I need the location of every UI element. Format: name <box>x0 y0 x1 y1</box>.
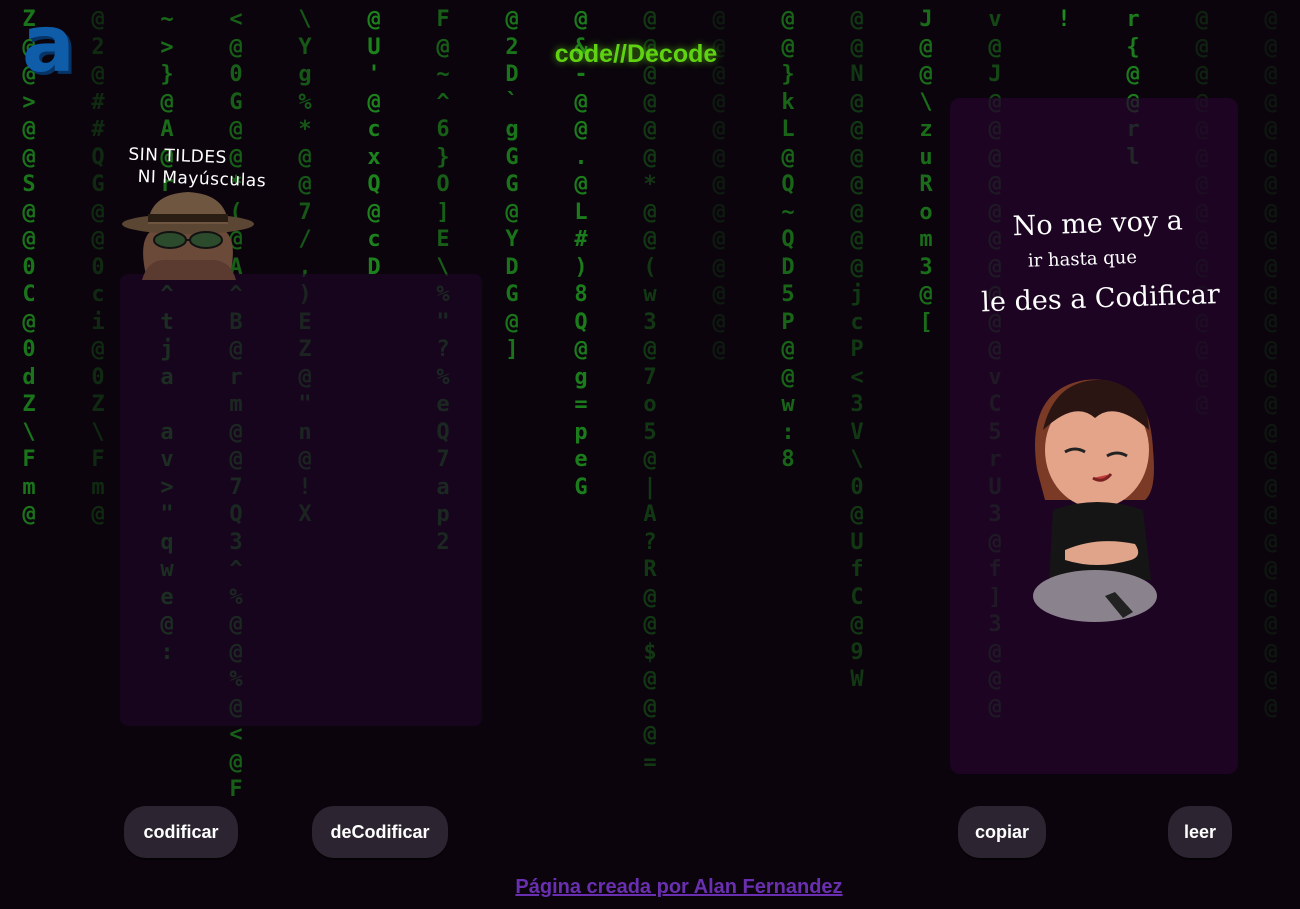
matrix-rain-column: J @ @ \ z u R o m 3 @ [ <box>919 7 933 335</box>
encode-button[interactable]: codificar <box>124 806 238 858</box>
matrix-rain-column: @ @ @ @ @ @ * @ @ ( w 3 @ 7 o 5 @ | A ? … <box>643 7 657 775</box>
waiting-girl-illustration <box>1033 379 1157 622</box>
copy-button[interactable]: copiar <box>958 806 1046 858</box>
detective-illustration <box>122 192 254 280</box>
message-line-2: ir hasta que <box>1027 246 1138 272</box>
input-panel <box>120 274 482 726</box>
matrix-rain-column: @ & - @ @ . @ L # ) 8 Q @ g = p e G <box>574 7 588 500</box>
decode-button[interactable]: deCodificar <box>312 806 448 858</box>
empty-output-message: No me voy a ir hasta que le des a Codifi… <box>978 204 1232 321</box>
matrix-rain-column: @ 2 D ` g G G @ Y D G @ ] <box>505 7 519 362</box>
text-input[interactable] <box>120 274 482 726</box>
footer-credit-link[interactable]: Página creada por Alan Fernandez <box>0 876 1300 899</box>
app-title: code//Decode <box>554 40 718 68</box>
matrix-rain-column: @ @ } k L @ Q ~ Q D 5 P @ @ w : 8 <box>781 7 795 472</box>
matrix-rain-column: @ @ @ @ @ @ @ @ @ @ @ @ @ @ @ @ @ @ @ @ … <box>1264 7 1278 720</box>
app-logo[interactable]: a <box>22 6 76 86</box>
read-button[interactable]: leer <box>1168 806 1232 858</box>
matrix-rain-column: ! <box>1057 7 1071 32</box>
matrix-rain-column: @ 2 @ # # Q G @ @ 0 c i @ 0 Z \ F m @ <box>91 7 105 527</box>
matrix-rain-column: @ U ' @ c x Q @ c D <box>367 7 381 280</box>
matrix-rain-column: @ @ N @ @ @ @ @ @ @ j c P < 3 V \ 0 @ U … <box>850 7 864 692</box>
